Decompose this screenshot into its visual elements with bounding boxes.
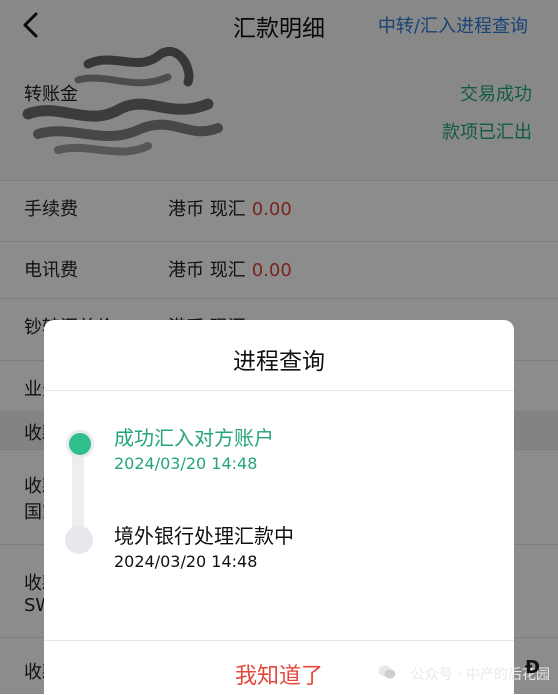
edge-glyph: Đ	[524, 657, 540, 678]
modal-title: 进程查询	[233, 349, 325, 375]
step-2-title: 境外银行处理汇款中	[114, 524, 294, 548]
modal-divider	[44, 390, 514, 391]
step-1-title: 成功汇入对方账户	[114, 426, 274, 450]
step-pending-dot-icon	[65, 526, 93, 554]
step-2-time: 2024/03/20 14:48	[114, 552, 258, 571]
step-1-time: 2024/03/20 14:48	[114, 454, 258, 473]
wechat-icon	[378, 665, 396, 679]
step-done-dot-icon	[66, 430, 94, 458]
progress-modal: 进程查询 成功汇入对方账户 2024/03/20 14:48 境外银行处理汇款中…	[44, 320, 514, 694]
button-divider	[44, 640, 514, 641]
